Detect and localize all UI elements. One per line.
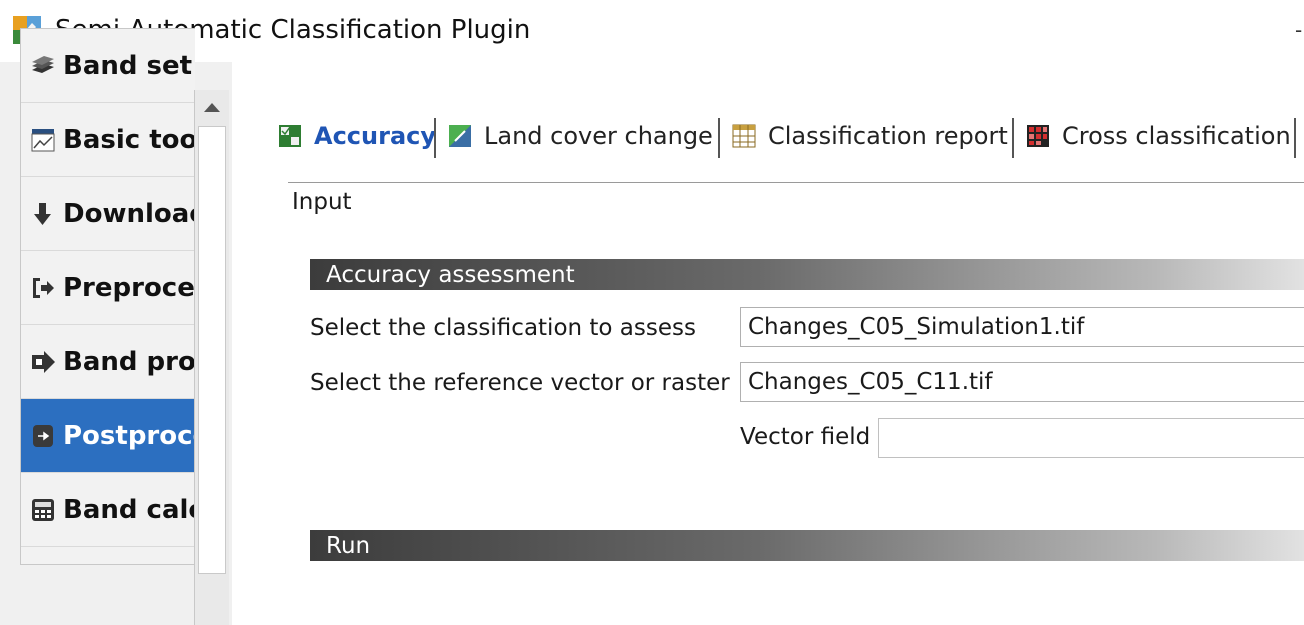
tab-label: Cross classification — [1062, 122, 1291, 150]
classification-report-icon — [732, 124, 756, 148]
title-bar: Semi-Automatic Classification Plugin - — [0, 0, 1304, 62]
tab-accuracy[interactable]: Accuracy — [270, 112, 436, 162]
sidebar-item-basic-tools[interactable]: Basic tool — [21, 103, 195, 177]
tab-label: Land cover change — [484, 122, 713, 150]
sidebar-item-band-calc[interactable]: Band calc — [21, 473, 195, 547]
classification-value: Changes_C05_Simulation1.tif — [748, 314, 1085, 340]
reference-combobox[interactable]: Changes_C05_C11.tif — [740, 362, 1304, 402]
tab-divider — [1294, 118, 1296, 158]
tab-land-cover-change[interactable]: Land cover change — [440, 112, 716, 162]
sidebar-item-label: Band set — [63, 51, 193, 81]
minimize-glyph[interactable]: - — [1295, 18, 1302, 42]
cross-classification-icon — [1027, 125, 1049, 147]
tab-divider — [1012, 118, 1014, 158]
sidebar-item-band-set[interactable]: Band set — [21, 29, 195, 103]
scroll-up-arrow-icon[interactable] — [195, 90, 229, 126]
sidebar-item-band-processing[interactable]: Band pro — [21, 325, 195, 399]
classification-label: Select the classification to assess — [310, 315, 696, 341]
sidebar-item-label: Basic tool — [63, 125, 195, 155]
tab-cross-classification[interactable]: Cross classification — [1018, 112, 1291, 162]
tab-bar-divider — [288, 182, 1304, 183]
tab-classification-report[interactable]: Classification report — [724, 112, 1010, 162]
group-header-accuracy-assessment: Accuracy assessment — [310, 259, 1304, 290]
sidebar-item-preprocessing[interactable]: Preproce: — [21, 251, 195, 325]
preprocessing-icon — [33, 278, 54, 298]
tab-label: Classification report — [768, 122, 1008, 150]
group-title: Run — [326, 533, 371, 559]
tab-label: Accuracy — [314, 122, 437, 150]
accuracy-icon — [279, 125, 301, 147]
calculator-icon — [32, 499, 54, 521]
vector-field-label: Vector field — [740, 424, 871, 450]
group-header-run: Run — [310, 530, 1304, 561]
sidebar-item-label: Band pro — [63, 347, 195, 377]
tab-divider — [718, 118, 720, 158]
group-title: Accuracy assessment — [326, 262, 575, 288]
section-label-input: Input — [292, 189, 352, 215]
sidebar-item-download[interactable]: Downloac — [21, 177, 195, 251]
basic-tools-icon — [31, 129, 55, 152]
band-processing-icon — [32, 351, 55, 373]
reference-value: Changes_C05_C11.tif — [748, 369, 993, 395]
sidebar-item-label: Preproce: — [63, 273, 195, 303]
sidebar-nav-list: Band set Basic tool Downloac Preproce: B… — [20, 28, 195, 565]
tab-divider — [434, 118, 436, 158]
sidebar-item-label: Band calc — [63, 495, 195, 525]
tab-bar: Accuracy Land cover change Classificatio… — [262, 112, 1304, 164]
layers-icon — [32, 56, 54, 73]
scrollbar-thumb[interactable] — [198, 126, 226, 574]
sidebar-item-label: Downloac — [63, 199, 195, 229]
postprocessing-icon — [33, 425, 53, 447]
reference-label: Select the reference vector or raster — [310, 370, 730, 396]
classification-combobox[interactable]: Changes_C05_Simulation1.tif — [740, 307, 1304, 347]
sidebar-item-label: Postproce — [63, 421, 195, 451]
vector-field-combobox[interactable] — [878, 418, 1304, 458]
sidebar-scrollbar[interactable] — [194, 90, 229, 625]
sidebar-item-postprocessing[interactable]: Postproce — [21, 399, 195, 473]
download-icon — [34, 203, 51, 225]
land-cover-change-icon — [449, 125, 471, 147]
